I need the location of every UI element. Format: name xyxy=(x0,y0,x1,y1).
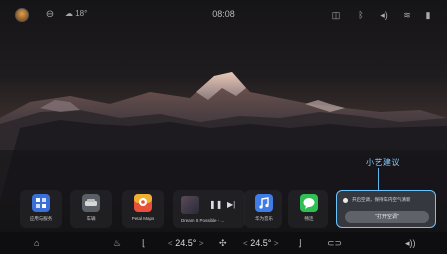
app-car[interactable]: 车辆 xyxy=(71,194,111,222)
apps-grid-icon xyxy=(32,194,50,212)
app-label: 畅连 xyxy=(304,216,314,221)
open-ac-button[interactable]: "打开空调" xyxy=(345,211,429,223)
chat-icon xyxy=(300,194,318,212)
suggestion-card[interactable]: 开启空调，保持车内空气清新 "打开空调" xyxy=(336,190,436,228)
app-label: 华为音乐 xyxy=(255,216,273,221)
status-bar: ⊖ ☁ 18° 08:08 ◫ ᛒ ◂) ≋ ▮ xyxy=(0,0,447,30)
chevron-left-icon[interactable]: < xyxy=(168,239,173,248)
bottom-bar: ⌂ ♨ ⌊ < 24.5° > ✣ < 24.5° > ⌋ ⊂⊃ ◂)) xyxy=(0,232,447,254)
app-changlian[interactable]: 畅连 xyxy=(289,194,329,222)
car-front-icon[interactable]: ⊂⊃ xyxy=(327,237,342,249)
app-huawei-music[interactable]: 华为音乐 xyxy=(244,194,284,222)
chevron-right-icon[interactable]: > xyxy=(199,239,204,248)
seat-right-icon[interactable]: ⌋ xyxy=(298,237,302,249)
left-temp-value: 24.5° xyxy=(175,238,197,248)
album-art xyxy=(181,196,199,214)
media-player[interactable]: ❚❚ ▶| Dream It Possible - ... xyxy=(173,190,245,228)
camera-icon[interactable]: ◫ xyxy=(330,9,342,21)
app-services[interactable]: 应用与服务 xyxy=(21,194,61,222)
bluetooth-icon[interactable]: ᛒ xyxy=(355,9,367,21)
volume-status-icon[interactable]: ◂) xyxy=(378,9,390,21)
app-petal-maps[interactable]: Petal Maps xyxy=(123,194,163,221)
pause-icon[interactable]: ❚❚ xyxy=(209,200,222,209)
right-temp-control[interactable]: < 24.5° > xyxy=(243,237,279,250)
music-icon xyxy=(255,194,273,212)
app-label: 应用与服务 xyxy=(29,216,53,221)
wifi-icon[interactable]: ≋ xyxy=(401,9,413,21)
signal-icon[interactable]: ▮ xyxy=(422,9,434,21)
suggestion-pointer-line xyxy=(378,168,379,190)
car-icon xyxy=(82,194,100,212)
media-title: Dream It Possible - ... xyxy=(181,218,225,223)
app-label: Petal Maps xyxy=(131,216,155,221)
map-icon xyxy=(134,194,152,212)
left-temp-control[interactable]: < 24.5° > xyxy=(168,237,204,250)
next-track-icon[interactable]: ▶| xyxy=(227,200,235,209)
chevron-left-icon[interactable]: < xyxy=(243,239,248,248)
seat-heat-icon[interactable]: ♨ xyxy=(113,237,121,249)
right-temp-value: 24.5° xyxy=(250,238,272,248)
app-label: 车辆 xyxy=(86,216,96,221)
volume-icon[interactable]: ◂)) xyxy=(405,237,416,249)
seat-icon[interactable]: ⌊ xyxy=(142,237,146,249)
suggestion-dot-icon xyxy=(343,198,348,203)
chevron-right-icon[interactable]: > xyxy=(274,239,279,248)
fan-icon[interactable]: ✣ xyxy=(219,237,227,249)
suggestion-text: 开启空调，保持车内空气清新 xyxy=(352,197,411,202)
suggestion-label: 小艺建议 xyxy=(366,158,400,167)
home-icon[interactable]: ⌂ xyxy=(34,237,39,249)
